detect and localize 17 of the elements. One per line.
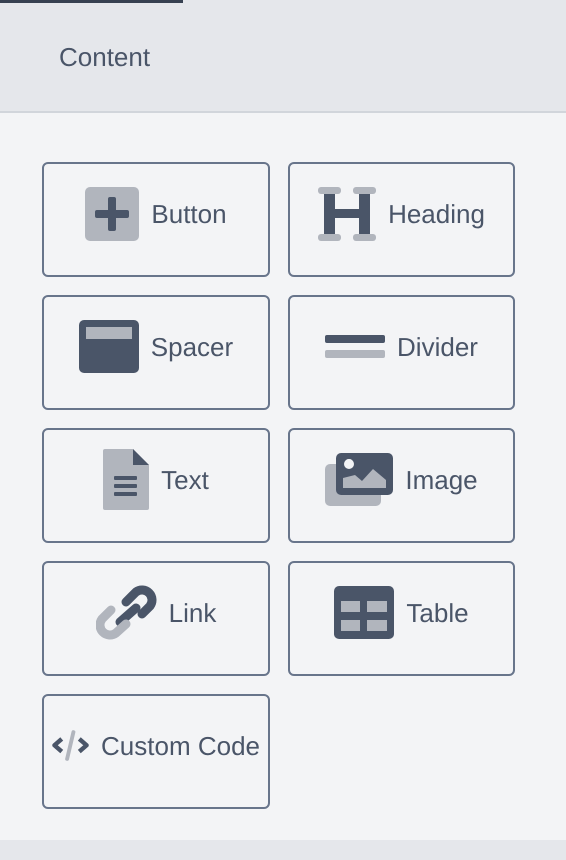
content-block[interactable]: Link	[42, 561, 270, 676]
image-icon	[325, 453, 394, 506]
content-block[interactable]: Text	[42, 428, 270, 543]
heading-icon	[318, 186, 376, 240]
content-block[interactable]: Heading	[288, 162, 515, 277]
content-block[interactable]: Divider	[288, 295, 515, 410]
content-block[interactable]: Image	[288, 428, 515, 543]
content-block[interactable]: Table	[288, 561, 515, 676]
table-icon	[334, 586, 394, 639]
document-icon	[103, 449, 150, 510]
panel-title: Content	[59, 40, 150, 74]
content-block[interactable]: Spacer	[42, 295, 270, 410]
plus-icon	[85, 186, 140, 240]
divider-icon	[325, 335, 386, 358]
spacer-icon	[78, 320, 139, 373]
content-block[interactable]: Custom Code	[42, 694, 270, 809]
content-block[interactable]: Button	[42, 162, 270, 277]
